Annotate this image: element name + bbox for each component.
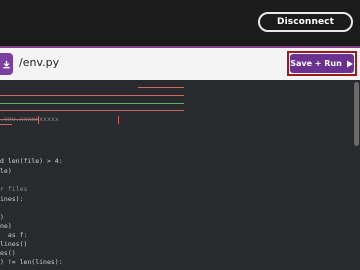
play-icon bbox=[346, 60, 353, 67]
code-line: .env.xxxxxxxxxx bbox=[0, 115, 59, 123]
code-line-text: le) bbox=[0, 167, 12, 175]
code-editor[interactable]: .env.xxxxxxxxxx d len(file) > 4: le) r f… bbox=[0, 80, 360, 270]
download-button[interactable] bbox=[0, 53, 13, 75]
code-line: le) bbox=[0, 167, 12, 175]
syntax-mark bbox=[118, 116, 119, 124]
code-line-text: d len(file) > 4: bbox=[0, 157, 63, 165]
save-run-button[interactable]: Save + Run bbox=[290, 54, 354, 73]
code-line: as f: bbox=[0, 231, 28, 239]
code-line-text: ne) bbox=[0, 222, 12, 230]
code-line: ines): bbox=[0, 195, 23, 203]
syntax-mark bbox=[56, 103, 152, 104]
code-line-text: lines() bbox=[0, 240, 28, 248]
download-icon bbox=[3, 60, 10, 68]
editor-scrollbar[interactable] bbox=[354, 82, 359, 146]
code-line-text: ) bbox=[0, 213, 4, 221]
code-line-text: ines): bbox=[0, 195, 24, 203]
top-bar: Disconnect bbox=[0, 0, 360, 44]
code-line: ) != len(lines): bbox=[0, 258, 63, 266]
code-line: r files bbox=[0, 185, 27, 193]
code-line: d len(file) > 4: bbox=[0, 157, 63, 165]
syntax-mark bbox=[152, 103, 184, 104]
syntax-mark bbox=[138, 87, 184, 88]
code-line-text: es() bbox=[0, 249, 16, 257]
syntax-mark bbox=[0, 103, 56, 104]
save-run-label: Save + Run bbox=[290, 59, 342, 68]
syntax-mark bbox=[0, 95, 184, 96]
code-line: ne) bbox=[0, 222, 12, 230]
code-line: ) bbox=[0, 213, 4, 221]
syntax-mark bbox=[0, 110, 184, 111]
code-line-text: ) != len(lines): bbox=[0, 258, 63, 266]
code-line: lines() bbox=[0, 240, 27, 248]
syntax-mark bbox=[0, 124, 12, 125]
code-line-text: as f: bbox=[0, 231, 28, 239]
code-line-text: r files bbox=[0, 185, 28, 193]
file-name: /env.py bbox=[19, 56, 60, 69]
disconnect-button[interactable]: Disconnect bbox=[258, 12, 353, 32]
code-line: es() bbox=[0, 249, 16, 257]
